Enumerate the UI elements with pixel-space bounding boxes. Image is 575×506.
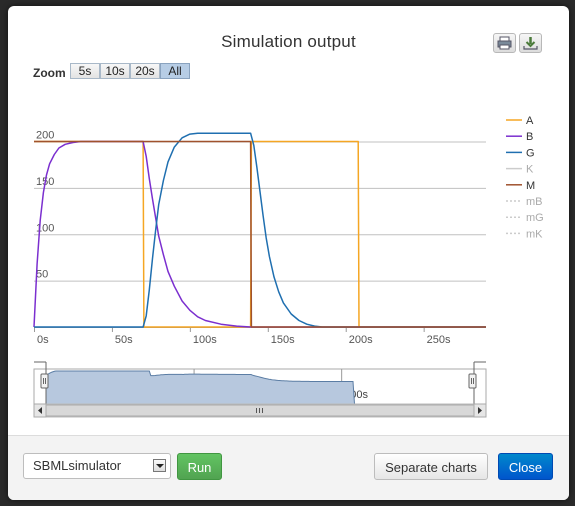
legend-label: K	[526, 164, 534, 176]
navigator-left-handle[interactable]	[40, 373, 49, 389]
x-tick-label: 250s	[427, 334, 451, 346]
legend-label: M	[526, 180, 535, 192]
scroll-left-button[interactable]	[33, 403, 47, 418]
series-line-B	[33, 140, 486, 328]
legend-item-mB[interactable]: mB	[506, 196, 543, 208]
series-line-G	[34, 132, 486, 328]
legend-label: mG	[526, 212, 544, 224]
run-button[interactable]: Run	[177, 453, 222, 480]
legend-label: B	[526, 131, 533, 143]
zoom-all-button[interactable]: All	[160, 63, 190, 79]
legend-item-mK[interactable]: mK	[506, 228, 543, 240]
dialog-footer: SBMLsimulator Run Separate charts Close	[8, 435, 569, 500]
download-button[interactable]	[519, 33, 542, 53]
simulator-select-value: SBMLsimulator	[33, 458, 122, 473]
legend-label: mB	[526, 196, 543, 208]
simulation-chart: 50100150200 0s 50s 100s 150s 200s 250s ABGKMm…	[33, 115, 544, 418]
legend-item-K[interactable]: K	[506, 164, 534, 176]
y-axis-ticks: 50100150200	[36, 130, 54, 281]
legend-item-B[interactable]: B	[506, 131, 533, 143]
x-tick-label: 50s	[115, 334, 133, 346]
legend-label: A	[526, 115, 534, 127]
chart-legend: ABGKMmB mG mK	[506, 115, 544, 240]
chart-series	[33, 132, 486, 328]
simulation-output-dialog: Simulation output Zoom 5s 10s 20s All 50…	[8, 6, 569, 500]
y-tick-label: 200	[36, 130, 54, 142]
series-line-A	[34, 140, 486, 328]
legend-label: G	[526, 147, 535, 159]
legend-item-mG[interactable]: mG	[506, 212, 544, 224]
legend-item-M[interactable]: M	[506, 180, 535, 192]
dialog-title: Simulation output	[221, 32, 356, 51]
x-axis-ticks: 0s 50s 100s 150s 200s 250s	[34, 327, 451, 346]
print-button[interactable]	[493, 33, 516, 53]
zoom-20s-button[interactable]: 20s	[130, 63, 160, 79]
x-tick-label: 100s	[193, 334, 217, 346]
chart-grid	[34, 141, 486, 328]
zoom-10s-button[interactable]: 10s	[100, 63, 130, 79]
navigator[interactable]: 0s100s200s	[33, 361, 487, 405]
print-icon	[497, 36, 512, 50]
close-button[interactable]: Close	[498, 453, 553, 480]
zoom-5s-button[interactable]: 5s	[70, 63, 100, 79]
legend-label: mK	[526, 228, 543, 240]
legend-item-A[interactable]: A	[506, 115, 534, 127]
series-line-M	[34, 140, 486, 328]
download-icon	[523, 37, 538, 50]
simulator-select[interactable]: SBMLsimulator	[23, 453, 171, 479]
legend-item-G[interactable]: G	[506, 147, 535, 159]
navigator-scrollbar[interactable]	[33, 403, 487, 418]
navigator-right-handle[interactable]	[468, 373, 477, 389]
x-tick-label: 150s	[271, 334, 295, 346]
scroll-right-button[interactable]	[473, 403, 487, 418]
x-tick-label: 0s	[37, 334, 49, 346]
separate-charts-button[interactable]: Separate charts	[374, 453, 488, 480]
x-tick-label: 200s	[349, 334, 373, 346]
zoom-label: Zoom	[33, 66, 66, 80]
y-tick-label: 50	[36, 269, 48, 281]
chevron-down-icon[interactable]	[153, 459, 166, 472]
